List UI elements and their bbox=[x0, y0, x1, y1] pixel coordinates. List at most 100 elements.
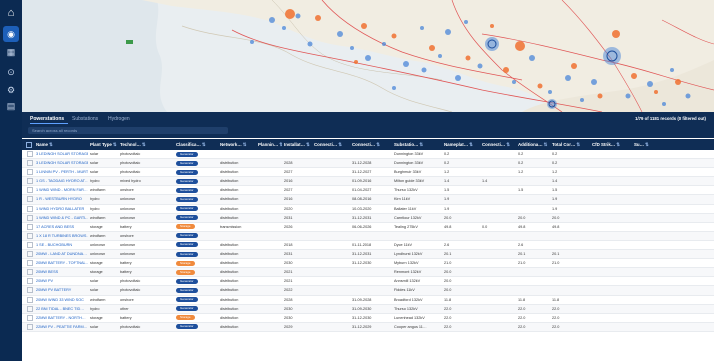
sort-icon[interactable]: ⇅ bbox=[576, 142, 580, 147]
sort-icon[interactable]: ⇅ bbox=[243, 142, 247, 147]
row-checkbox[interactable] bbox=[27, 186, 33, 194]
table-row[interactable]: 17 ACRES AND BESS storage battery Storage tr… bbox=[22, 223, 714, 232]
sidebar-map-button[interactable]: ◉ bbox=[3, 26, 19, 42]
row-checkbox[interactable] bbox=[27, 177, 33, 185]
table-cell bbox=[482, 168, 516, 176]
table-row[interactable]: 1 GS - TAODAIG HYDRO AT… hydro mixed hydro… bbox=[22, 177, 714, 187]
table-cell bbox=[552, 232, 590, 240]
search-input[interactable]: Search across all records bbox=[28, 127, 228, 134]
sort-icon[interactable]: ⇅ bbox=[338, 142, 342, 147]
table-row[interactable]: 20MW PV solar photovoltaic Generator distrib… bbox=[22, 277, 714, 287]
sort-icon[interactable]: ⇅ bbox=[469, 142, 473, 147]
column-header[interactable]: CfD Strik…⇅ bbox=[592, 139, 632, 150]
column-header[interactable]: Connecti…⇅ bbox=[352, 139, 392, 150]
row-checkbox[interactable] bbox=[27, 232, 33, 240]
row-checkbox[interactable] bbox=[27, 296, 33, 304]
row-checkbox[interactable] bbox=[27, 286, 33, 294]
column-header[interactable]: Name⇅ bbox=[36, 139, 88, 150]
sort-icon[interactable]: ⇅ bbox=[202, 142, 206, 147]
sidebar-chart-button[interactable]: ▤ bbox=[3, 98, 19, 114]
table-cell: transmission bbox=[220, 223, 256, 231]
table-row[interactable]: 22MW BATTERY - NORTH… storage battery Stora… bbox=[22, 314, 714, 323]
tab-powerstations[interactable]: Powerstations bbox=[30, 116, 64, 122]
column-header-label: Nameplat… bbox=[444, 142, 469, 147]
column-header[interactable]: Additiona…⇅ bbox=[518, 139, 550, 150]
column-header[interactable]: Connecti…⇅ bbox=[482, 139, 516, 150]
column-header[interactable]: Substatio…⇅ bbox=[394, 139, 442, 150]
table-row[interactable]: 1 LINNIN PV - PERTH - MURT… solar photovol… bbox=[22, 168, 714, 178]
table-row[interactable]: 3 LEDINGH SOLAR STORAGE… solar photovoltai… bbox=[22, 150, 714, 160]
column-header[interactable]: Technol…⇅ bbox=[120, 139, 172, 150]
row-checkbox[interactable] bbox=[27, 268, 33, 276]
table-row[interactable]: 22 BNI TIDAL - BNEC TID… hydro other Genera… bbox=[22, 304, 714, 314]
row-checkbox[interactable] bbox=[27, 241, 33, 249]
classification-badge: Generator bbox=[176, 251, 198, 257]
sort-icon[interactable]: ⇅ bbox=[49, 142, 53, 147]
row-checkbox[interactable] bbox=[27, 205, 33, 213]
table-row[interactable]: 20MW BATTERY - TOFTNAL… storage battery Sto… bbox=[22, 259, 714, 269]
row-checkbox[interactable] bbox=[27, 168, 33, 176]
cell-value: 31-12-2027 bbox=[352, 170, 372, 175]
row-checkbox[interactable] bbox=[27, 250, 33, 258]
sidebar-layers-button[interactable]: ⊙ bbox=[3, 64, 19, 80]
column-header[interactable]: Plannin…⇅ bbox=[258, 139, 282, 150]
sort-icon[interactable]: ⇅ bbox=[306, 142, 310, 147]
sort-icon[interactable]: ⇅ bbox=[544, 142, 548, 147]
cell-value: unknown bbox=[90, 242, 106, 247]
table-row[interactable]: 22MW PV - PEATTIE FARM… solar photovoltaic… bbox=[22, 322, 714, 332]
column-header[interactable]: Nameplat…⇅ bbox=[444, 139, 480, 150]
table-cell: 22.0 bbox=[552, 314, 590, 322]
table-row[interactable]: 20MW PV BATTERY solar photovoltaic Generato… bbox=[22, 286, 714, 296]
table-row[interactable]: 1 R - WESTBURN HYDRO hydro unknown Generato… bbox=[22, 195, 714, 205]
sidebar-grid-button[interactable]: ▦ bbox=[3, 44, 19, 60]
table-row[interactable]: 3 LEDINGH SOLAR STORAGE… solar photovoltai… bbox=[22, 159, 714, 169]
table-cell: 2031 bbox=[284, 214, 312, 222]
column-header[interactable]: Plant Type⇅ bbox=[90, 139, 118, 150]
sort-icon[interactable]: ⇅ bbox=[645, 142, 649, 147]
table-row[interactable]: 20MW BESS storage battery Storage distributi… bbox=[22, 268, 714, 278]
row-checkbox[interactable] bbox=[27, 323, 33, 331]
sort-icon[interactable]: ⇅ bbox=[142, 142, 146, 147]
row-checkbox[interactable] bbox=[27, 214, 33, 222]
sort-icon[interactable]: ⇅ bbox=[113, 142, 117, 147]
row-checkbox[interactable] bbox=[27, 195, 33, 203]
cell-value: 20MW PV BATTERY bbox=[36, 288, 72, 293]
table-row[interactable]: 20MW WIND 33 WIND SOC windfarm onshore Gene… bbox=[22, 296, 714, 305]
row-checkbox[interactable] bbox=[27, 223, 33, 231]
column-header[interactable]: Connecti…⇅ bbox=[314, 139, 350, 150]
tab-substations[interactable]: Substations bbox=[72, 116, 98, 122]
sort-icon[interactable]: ⇅ bbox=[279, 142, 282, 147]
row-checkbox[interactable] bbox=[27, 150, 33, 158]
cell-value: 20.1 bbox=[552, 252, 560, 257]
classification-badge: Generator bbox=[176, 169, 198, 175]
table-cell bbox=[482, 268, 516, 276]
table-row[interactable]: 20MW - LAND AT DUNDNA… unknown unknown Gene… bbox=[22, 250, 714, 260]
table-row[interactable]: 1 X 18 R TURBINES BROWS… windfarm onshore G… bbox=[22, 231, 714, 241]
column-header[interactable]: Installat…⇅ bbox=[284, 139, 312, 150]
sort-icon[interactable]: ⇅ bbox=[419, 142, 423, 147]
column-header[interactable]: Total Cor…⇅ bbox=[552, 139, 590, 150]
row-checkbox[interactable] bbox=[27, 314, 33, 322]
column-header[interactable]: Network…⇅ bbox=[220, 139, 256, 150]
tab-hydrogen[interactable]: Hydrogen bbox=[108, 116, 130, 122]
table-cell bbox=[634, 259, 674, 267]
column-header[interactable]: Classifica…⇅ bbox=[176, 139, 218, 150]
sort-icon[interactable]: ⇅ bbox=[376, 142, 380, 147]
table-row[interactable]: 1 WIND WIND - MORN FAR… windfarm onshore Ge… bbox=[22, 186, 714, 196]
row-checkbox[interactable] bbox=[27, 305, 33, 313]
table-row[interactable]: 1 WIND HYDRO BALLATER hydro unknown Generat… bbox=[22, 205, 714, 214]
sidebar-settings-button[interactable]: ⚙ bbox=[3, 82, 19, 98]
row-checkbox[interactable] bbox=[27, 277, 33, 285]
row-checkbox[interactable] bbox=[27, 259, 33, 267]
table-row[interactable]: 1 WIND WIND & PC - GARTL… windfarm unknown… bbox=[22, 213, 714, 223]
sort-icon[interactable]: ⇅ bbox=[506, 142, 510, 147]
sort-icon[interactable]: ⇅ bbox=[616, 142, 620, 147]
table-row[interactable]: 1 SE - BUCHGBURN unknown unknown Generator d… bbox=[22, 241, 714, 251]
column-header[interactable]: Su…⇅ bbox=[634, 139, 674, 150]
select-all-checkbox[interactable] bbox=[26, 139, 32, 150]
cell-value: distribution bbox=[220, 315, 239, 320]
map-view[interactable] bbox=[22, 0, 714, 112]
row-checkbox[interactable] bbox=[27, 159, 33, 167]
cell-value: unknown bbox=[120, 242, 136, 247]
cell-value: Tealing 275kV bbox=[394, 224, 418, 229]
